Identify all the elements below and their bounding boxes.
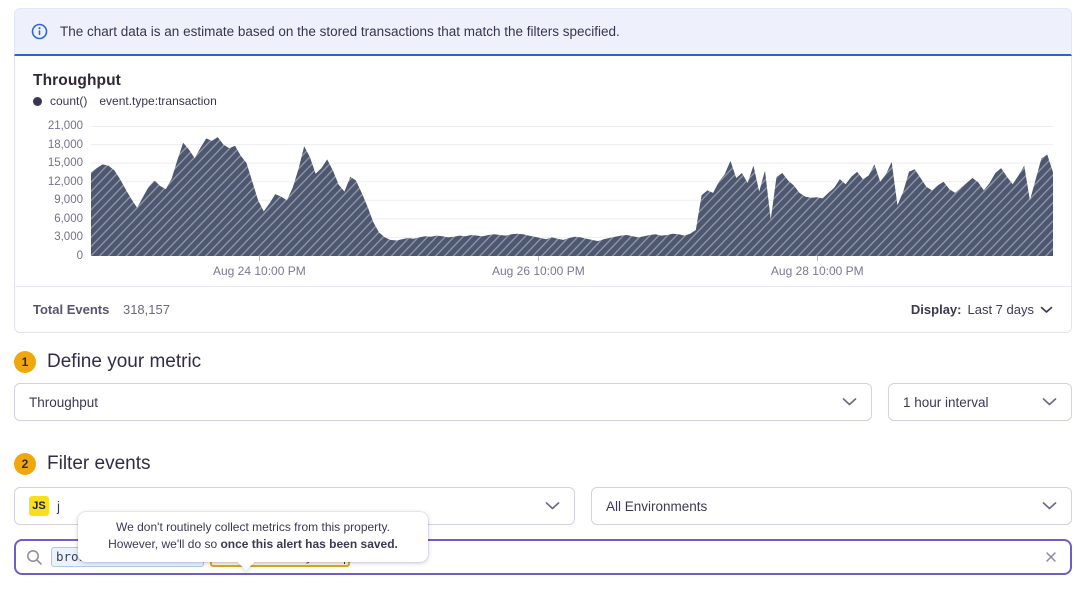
y-axis-tick-label: 18,000 bbox=[48, 139, 83, 151]
throughput-area-chart bbox=[91, 126, 1053, 256]
chevron-down-icon bbox=[1042, 398, 1057, 407]
step-1-badge: 1 bbox=[14, 351, 36, 373]
y-axis-tick-label: 12,000 bbox=[48, 176, 83, 188]
chart-title: Throughput bbox=[33, 72, 1053, 90]
filter-events-heading: Filter events bbox=[47, 453, 150, 475]
metrics-collection-tooltip: We don't routinely collect metrics from … bbox=[78, 512, 428, 562]
section-define-metric: 1 Define your metric bbox=[14, 351, 1072, 373]
x-axis-tick-label: Aug 24 10:00 PM bbox=[213, 264, 306, 278]
display-label: Display: bbox=[911, 302, 962, 317]
alert-builder-page: The chart data is an estimate based on t… bbox=[0, 0, 1086, 602]
y-axis-tick-label: 15,000 bbox=[48, 157, 83, 169]
y-axis-tick-label: 0 bbox=[77, 250, 83, 262]
interval-select[interactable]: 1 hour interval bbox=[888, 383, 1072, 421]
metric-select[interactable]: Throughput bbox=[14, 383, 872, 421]
display-value: Last 7 days bbox=[968, 302, 1035, 317]
y-axis-tick-label: 6,000 bbox=[54, 213, 83, 225]
legend-dot-icon bbox=[33, 97, 42, 106]
chart-area: 03,0006,0009,00012,00015,00018,00021,000 bbox=[33, 126, 1053, 256]
x-axis-tickmark bbox=[259, 256, 260, 261]
estimate-info-banner: The chart data is an estimate based on t… bbox=[14, 8, 1072, 56]
tooltip-line1: We don't routinely collect metrics from … bbox=[88, 519, 418, 536]
chevron-down-icon bbox=[1042, 502, 1057, 511]
step-2-badge: 2 bbox=[14, 453, 36, 475]
x-axis-tick-label: Aug 26 10:00 PM bbox=[492, 264, 585, 278]
environment-select[interactable]: All Environments bbox=[591, 487, 1072, 525]
chart-panel-footer: Total Events 318,157 Display: Last 7 day… bbox=[15, 286, 1071, 332]
total-events-label: Total Events bbox=[33, 302, 109, 317]
chart-panel: Throughput count() event.type:transactio… bbox=[14, 56, 1072, 333]
total-events: Total Events 318,157 bbox=[33, 302, 170, 317]
chevron-down-icon bbox=[842, 398, 857, 407]
project-select-value: j bbox=[57, 499, 60, 514]
total-events-value: 318,157 bbox=[123, 302, 170, 317]
x-axis-tickmark bbox=[817, 256, 818, 261]
legend-query-label: event.type:transaction bbox=[99, 94, 216, 108]
y-axis-tick-label: 21,000 bbox=[48, 120, 83, 132]
chart-legend: count() event.type:transaction bbox=[33, 94, 1053, 108]
tooltip-line2: However, we'll do so once this alert has… bbox=[88, 536, 418, 553]
info-icon bbox=[31, 23, 48, 40]
x-axis-tick-label: Aug 28 10:00 PM bbox=[771, 264, 864, 278]
chart-y-axis: 03,0006,0009,00012,00015,00018,00021,000 bbox=[33, 126, 91, 256]
display-range-dropdown[interactable]: Display: Last 7 days bbox=[911, 302, 1053, 317]
section-filter-events: 2 Filter events bbox=[14, 453, 1072, 475]
javascript-platform-icon: JS bbox=[29, 496, 49, 516]
interval-select-value: 1 hour interval bbox=[903, 395, 989, 410]
search-icon bbox=[26, 549, 43, 566]
chevron-down-icon bbox=[1040, 302, 1053, 317]
legend-series-label: count() bbox=[50, 94, 87, 108]
metric-select-value: Throughput bbox=[29, 395, 98, 410]
clear-search-icon[interactable] bbox=[1044, 550, 1058, 564]
define-metric-heading: Define your metric bbox=[47, 351, 201, 373]
chart-plot bbox=[91, 126, 1053, 256]
environment-select-value: All Environments bbox=[606, 499, 707, 514]
y-axis-tick-label: 9,000 bbox=[54, 194, 83, 206]
x-axis-tickmark bbox=[538, 256, 539, 261]
banner-text: The chart data is an estimate based on t… bbox=[60, 24, 620, 39]
chevron-down-icon bbox=[545, 502, 560, 511]
chart-x-axis: Aug 24 10:00 PM Aug 26 10:00 PM Aug 28 10:… bbox=[91, 256, 1053, 286]
y-axis-tick-label: 3,000 bbox=[54, 231, 83, 243]
